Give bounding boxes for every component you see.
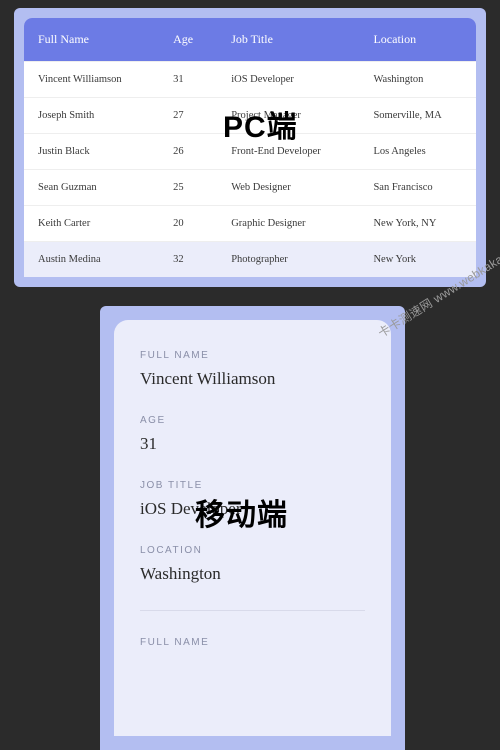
field-value-location: Washington <box>140 564 365 584</box>
col-job-title[interactable]: Job Title <box>217 18 359 62</box>
cell-job-title: Graphic Designer <box>217 206 359 242</box>
col-age[interactable]: Age <box>159 18 217 62</box>
cell-full-name: Sean Guzman <box>24 170 159 206</box>
cell-full-name: Vincent Williamson <box>24 62 159 98</box>
cell-age: 31 <box>159 62 217 98</box>
col-full-name[interactable]: Full Name <box>24 18 159 62</box>
col-location[interactable]: Location <box>359 18 476 62</box>
cell-location: San Francisco <box>359 170 476 206</box>
cell-age: 32 <box>159 242 217 278</box>
cell-full-name: Keith Carter <box>24 206 159 242</box>
field-label-age: AGE <box>140 415 365 426</box>
card-divider <box>140 610 365 611</box>
data-table: Full Name Age Job Title Location Vincent… <box>24 18 476 277</box>
cell-age: 20 <box>159 206 217 242</box>
field-value-age: 31 <box>140 434 365 454</box>
table-row[interactable]: Austin Medina 32 Photographer New York <box>24 242 476 278</box>
cell-job-title: Web Designer <box>217 170 359 206</box>
cell-full-name: Joseph Smith <box>24 98 159 134</box>
mobile-label: 移动端 <box>195 490 288 534</box>
cell-full-name: Justin Black <box>24 134 159 170</box>
field-value-full-name: Vincent Williamson <box>140 369 365 389</box>
cell-location: Somerville, MA <box>359 98 476 134</box>
cell-job-title: iOS Developer <box>217 62 359 98</box>
table-row[interactable]: Sean Guzman 25 Web Designer San Francisc… <box>24 170 476 206</box>
table-row[interactable]: Keith Carter 20 Graphic Designer New Yor… <box>24 206 476 242</box>
pc-table-panel: Full Name Age Job Title Location Vincent… <box>14 8 486 287</box>
cell-age: 27 <box>159 98 217 134</box>
cell-full-name: Austin Medina <box>24 242 159 278</box>
cell-location: Washington <box>359 62 476 98</box>
cell-age: 26 <box>159 134 217 170</box>
cell-age: 25 <box>159 170 217 206</box>
pc-label: PC端 <box>223 102 298 146</box>
cell-location: New York <box>359 242 476 278</box>
field-label-full-name-next: FULL NAME <box>140 637 365 648</box>
field-label-full-name: FULL NAME <box>140 350 365 361</box>
cell-location: Los Angeles <box>359 134 476 170</box>
cell-location: New York, NY <box>359 206 476 242</box>
table-header-row: Full Name Age Job Title Location <box>24 18 476 62</box>
table-row[interactable]: Vincent Williamson 31 iOS Developer Wash… <box>24 62 476 98</box>
cell-job-title: Photographer <box>217 242 359 278</box>
field-label-location: LOCATION <box>140 545 365 556</box>
